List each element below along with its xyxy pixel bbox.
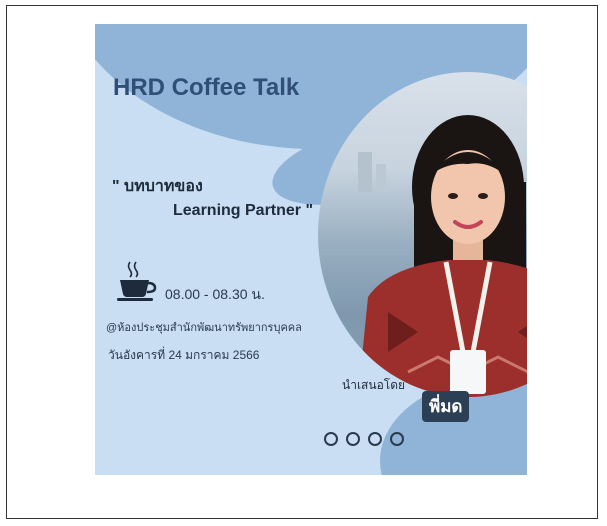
speaker-photo xyxy=(318,72,527,397)
event-date: วันอังคารที่ 24 มกราคม 2566 xyxy=(108,348,260,362)
poster-image[interactable]: HRD Coffee Talk " บทบาทของ Learning Part… xyxy=(95,24,527,475)
poster-title: HRD Coffee Talk xyxy=(113,74,300,101)
slide-dot[interactable] xyxy=(368,432,382,446)
topic-line-1: " บทบาทของ xyxy=(112,178,203,195)
event-venue: @ห้องประชุมสำนักพัฒนาทรัพยากรบุคคล xyxy=(106,322,302,334)
slide-dot[interactable] xyxy=(324,432,338,446)
speaker-name-badge: พี่มด xyxy=(422,391,470,422)
slide-dot[interactable] xyxy=(390,432,404,446)
slide-dot[interactable] xyxy=(346,432,360,446)
presented-by-label: นำเสนอโดย xyxy=(342,378,406,392)
slide-indicator xyxy=(324,432,404,446)
topic-line-2: Learning Partner " xyxy=(173,202,314,219)
coffee-cup-icon xyxy=(117,261,157,301)
event-time: 08.00 - 08.30 น. xyxy=(165,286,265,302)
speaker-portrait-illustration xyxy=(358,115,527,397)
